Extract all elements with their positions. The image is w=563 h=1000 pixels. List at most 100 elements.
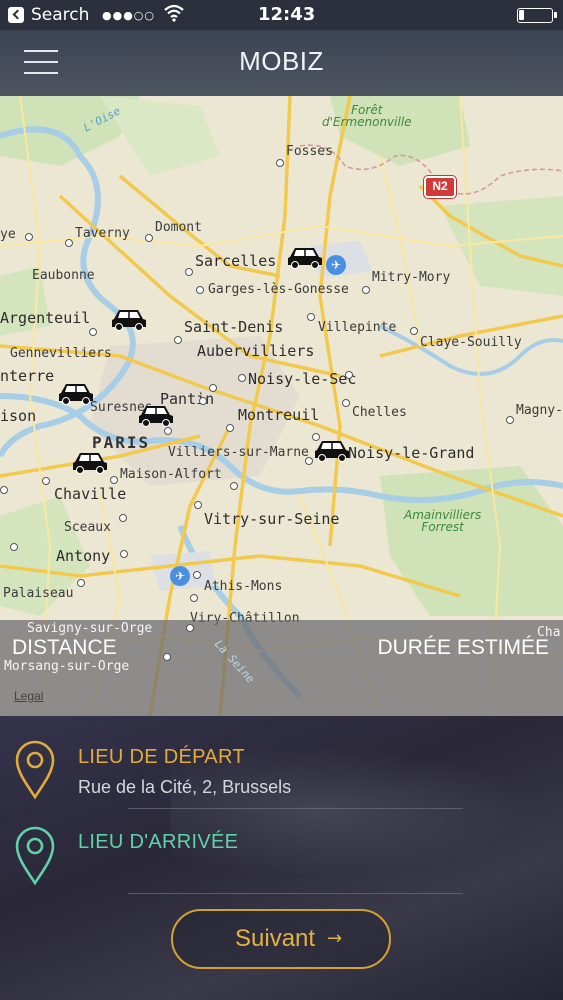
place-dot bbox=[345, 371, 353, 379]
place-dot bbox=[230, 482, 238, 490]
divider bbox=[128, 893, 463, 894]
place-dot bbox=[163, 653, 171, 661]
app-header: MOBIZ bbox=[0, 30, 563, 96]
place-label-athis: Athis-Mons bbox=[204, 579, 283, 594]
place-label-forest: Forêt d'Ermenonville bbox=[322, 103, 412, 129]
place-dot bbox=[362, 286, 370, 294]
place-dot bbox=[307, 313, 315, 321]
place-label-chelles: Chelles bbox=[352, 405, 407, 420]
place-dot bbox=[186, 624, 194, 632]
place-dot bbox=[145, 234, 153, 242]
place-dot bbox=[190, 594, 198, 602]
place-label-sceaux: Sceaux bbox=[64, 520, 111, 535]
place-dot bbox=[342, 399, 350, 407]
location-pin-icon bbox=[15, 740, 55, 800]
place-label-aubervilliers: Aubervilliers bbox=[197, 342, 315, 360]
place-label-antony: Antony bbox=[56, 547, 111, 565]
location-pin-icon bbox=[15, 826, 55, 886]
place-dot bbox=[10, 543, 18, 551]
place-dot bbox=[506, 416, 514, 424]
place-label-argenteuil: Argenteuil bbox=[0, 309, 91, 327]
place-label-sarcelles: Sarcelles bbox=[195, 252, 277, 270]
place-label-palaiseau: Palaiseau bbox=[3, 586, 74, 601]
place-dot bbox=[174, 336, 182, 344]
place-dot bbox=[238, 374, 246, 382]
place-label-mitry: Mitry-Mory bbox=[372, 270, 451, 285]
clock-time: 12:43 bbox=[258, 4, 316, 25]
status-bar: Search ●●●○○ 12:43 bbox=[0, 0, 563, 30]
wifi-icon bbox=[163, 3, 185, 28]
place-label-fosses: Fosses bbox=[286, 144, 333, 159]
place-label-saint-denis: Saint-Denis bbox=[184, 318, 284, 336]
place-label-villiers: Villiers-sur-Marne bbox=[168, 445, 309, 460]
place-label-nterre: nterre bbox=[0, 367, 55, 385]
place-label-amainvilliers: Amainvilliers Forrest bbox=[404, 508, 482, 534]
place-dot bbox=[25, 233, 33, 241]
place-dot bbox=[0, 486, 8, 494]
trip-form-panel: LIEU DE DÉPART Rue de la Cité, 2, Brusse… bbox=[0, 716, 563, 1000]
car-icon[interactable] bbox=[286, 244, 324, 270]
battery-level bbox=[519, 10, 524, 20]
departure-label: LIEU DE DÉPART bbox=[78, 746, 245, 768]
place-dot bbox=[65, 239, 73, 247]
airplane-icon: ✈ bbox=[326, 255, 346, 275]
place-label-savigny: Savigny-sur-Orge bbox=[27, 621, 153, 636]
road-sign-n2: N2 bbox=[424, 176, 456, 198]
place-dot bbox=[199, 397, 207, 405]
place-label-morsang: Morsang-sur-Orge bbox=[4, 659, 130, 674]
place-label-claye: Claye-Souilly bbox=[420, 335, 522, 350]
arrival-address-field[interactable] bbox=[78, 859, 478, 887]
signal-strength-icon: ●●●○○ bbox=[102, 9, 155, 22]
place-label-ye: ye bbox=[0, 227, 16, 242]
place-label-maison-alfort: Maison-Alfort bbox=[120, 467, 222, 482]
place-dot bbox=[185, 268, 193, 276]
place-dot bbox=[164, 427, 172, 435]
back-arrow-icon[interactable] bbox=[8, 7, 24, 23]
next-button[interactable]: Suivant → bbox=[171, 909, 391, 969]
airplane-icon: ✈ bbox=[170, 566, 190, 586]
place-dot bbox=[89, 328, 97, 336]
arrow-right-icon: → bbox=[327, 928, 343, 949]
place-label-villepinte: Villepinte bbox=[318, 320, 397, 335]
place-dot bbox=[110, 476, 118, 484]
place-label-chaville: Chaville bbox=[54, 485, 127, 503]
place-label-magny: Magny- bbox=[516, 403, 563, 418]
place-label-gennevilliers: Gennevilliers bbox=[10, 346, 112, 361]
place-label-noisy-sec: Noisy-le-Sec bbox=[248, 370, 357, 388]
place-dot bbox=[42, 477, 50, 485]
battery-icon bbox=[517, 8, 557, 23]
place-dot bbox=[410, 327, 418, 335]
place-label-cha: Cha bbox=[537, 625, 561, 640]
place-label-garges: Garges-lès-Gonesse bbox=[208, 282, 349, 297]
arrival-label: LIEU D'ARRIVÉE bbox=[78, 831, 239, 853]
place-dot bbox=[276, 159, 284, 167]
car-icon[interactable] bbox=[313, 437, 351, 463]
map-legal-link[interactable]: Legal bbox=[14, 689, 43, 703]
place-dot bbox=[77, 579, 85, 587]
place-dot bbox=[226, 424, 234, 432]
place-dot bbox=[119, 514, 127, 522]
car-icon[interactable] bbox=[110, 306, 148, 332]
place-dot bbox=[194, 501, 202, 509]
next-button-label: Suivant bbox=[235, 925, 316, 952]
place-dot bbox=[196, 286, 204, 294]
back-to-app-label[interactable]: Search bbox=[31, 5, 89, 25]
car-icon[interactable] bbox=[71, 449, 109, 475]
app-title: MOBIZ bbox=[239, 46, 324, 76]
distance-label: DISTANCE bbox=[12, 636, 117, 659]
place-label-noisy-grand: Noisy-le-Grand bbox=[348, 444, 475, 462]
divider bbox=[128, 808, 463, 809]
departure-address-field[interactable]: Rue de la Cité, 2, Brussels bbox=[78, 777, 291, 798]
place-label-taverny: Taverny bbox=[75, 226, 130, 241]
car-icon[interactable] bbox=[57, 380, 95, 406]
car-icon[interactable] bbox=[137, 402, 175, 428]
place-label-eaubonne: Eaubonne bbox=[32, 268, 95, 283]
place-label-montreuil: Montreuil bbox=[238, 406, 320, 424]
estimated-duration-label: DURÉE ESTIMÉE bbox=[377, 636, 549, 659]
place-dot bbox=[120, 550, 128, 558]
place-label-domont: Domont bbox=[155, 220, 202, 235]
place-dot bbox=[193, 571, 201, 579]
place-label-ison: ison bbox=[0, 407, 37, 425]
place-label-vitry: Vitry-sur-Seine bbox=[204, 510, 340, 528]
map-view[interactable]: L'Oise Forêt d'Ermenonville Fosses ye Ta… bbox=[0, 96, 563, 716]
